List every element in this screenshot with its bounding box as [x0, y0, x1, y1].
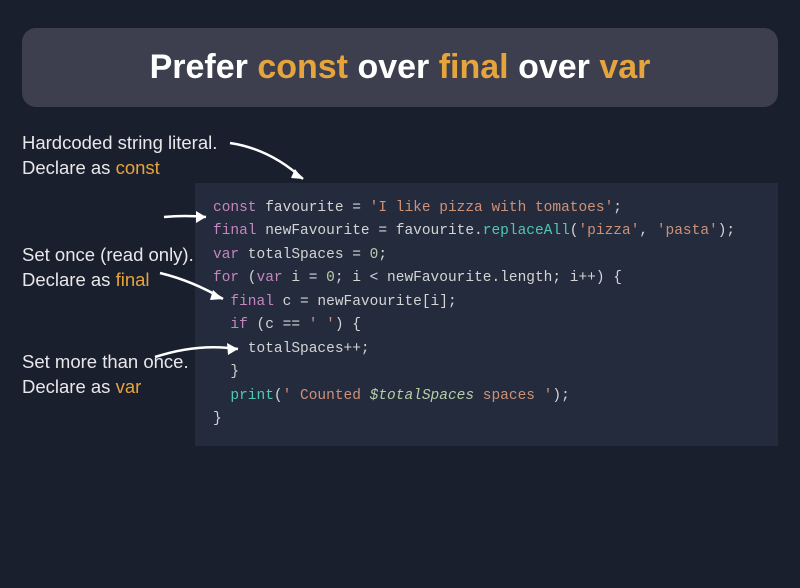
- annotation-line1: Set once (read only).: [22, 243, 194, 268]
- code-line: if (c == ' ') {: [213, 314, 762, 337]
- title-mid2: over: [509, 48, 600, 86]
- title-final: final: [439, 48, 509, 86]
- code-line: const favourite = 'I like pizza with tom…: [213, 197, 762, 220]
- code-line: for (var i = 0; i < newFavourite.length;…: [213, 267, 762, 290]
- annotation-line1: Hardcoded string literal.: [22, 131, 217, 156]
- title-banner: Prefer const over final over var: [22, 28, 778, 107]
- title-prefix: Prefer: [150, 48, 258, 86]
- arrow-icon: [225, 131, 315, 191]
- code-line: final c = newFavourite[i];: [213, 291, 762, 314]
- page-title: Prefer const over final over var: [22, 48, 778, 87]
- annotation-line1: Set more than once.: [22, 350, 189, 375]
- annotation-final: Set once (read only). Declare as final: [22, 243, 194, 293]
- title-mid1: over: [348, 48, 439, 86]
- title-var: var: [599, 48, 650, 86]
- annotation-var: Set more than once. Declare as var: [22, 350, 189, 400]
- code-line: print(' Counted $totalSpaces spaces ');: [213, 385, 762, 408]
- code-line: }: [213, 408, 762, 431]
- title-const: const: [257, 48, 348, 86]
- annotation-line2: Declare as var: [22, 375, 189, 400]
- code-line: totalSpaces++;: [213, 338, 762, 361]
- code-line: final newFavourite = favourite.replaceAl…: [213, 220, 762, 243]
- code-block: const favourite = 'I like pizza with tom…: [195, 183, 778, 446]
- code-line: }: [213, 361, 762, 384]
- code-line: var totalSpaces = 0;: [213, 244, 762, 267]
- annotation-line2: Declare as const: [22, 156, 217, 181]
- annotation-const: Hardcoded string literal. Declare as con…: [22, 131, 217, 181]
- annotation-line2: Declare as final: [22, 268, 194, 293]
